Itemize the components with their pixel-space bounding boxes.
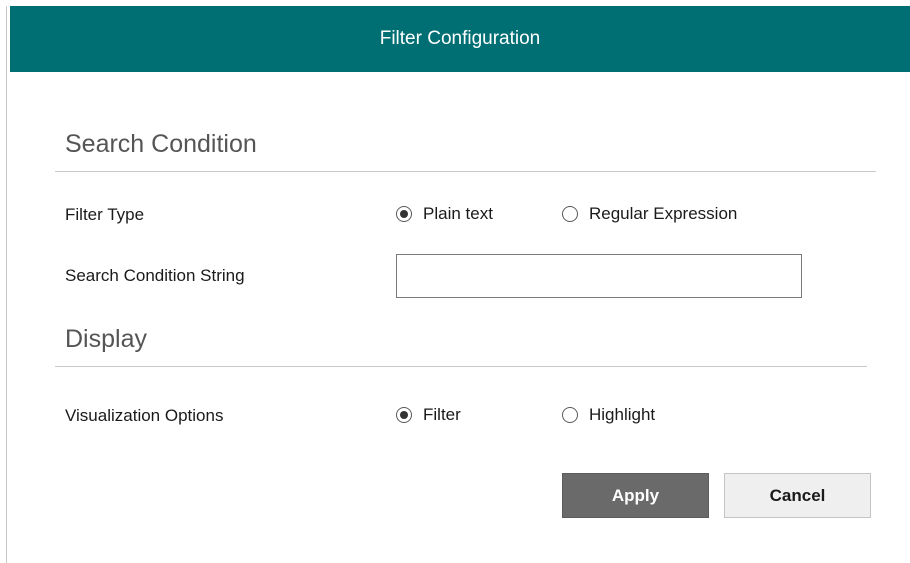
apply-button[interactable]: Apply (562, 473, 709, 518)
cancel-button[interactable]: Cancel (724, 473, 871, 518)
radio-selected-dot (400, 411, 408, 419)
dialog-title: Filter Configuration (379, 28, 541, 49)
radio-highlight-label: Highlight (589, 405, 656, 424)
radio-regular-expression-label: Regular Expression (589, 204, 738, 223)
radio-regular-expression-indicator (562, 206, 578, 222)
radio-regular-expression[interactable]: Regular Expression (562, 204, 737, 224)
dialog-border (6, 6, 7, 563)
radio-plain-text-label: Plain text (423, 204, 493, 223)
title-bar: Filter Configuration (10, 6, 910, 72)
radio-filter-label: Filter (423, 405, 461, 424)
radio-filter-indicator (396, 407, 412, 423)
search-condition-divider (55, 171, 876, 172)
radio-filter[interactable]: Filter (396, 405, 461, 425)
filter-type-label: Filter Type (65, 205, 145, 224)
radio-plain-text-indicator (396, 206, 412, 222)
search-condition-string-input[interactable] (396, 254, 802, 298)
search-condition-string-label: Search Condition String (65, 266, 245, 285)
visualization-options-label: Visualization Options (65, 406, 224, 425)
filter-configuration-dialog: Filter Configuration Search Condition Fi… (0, 0, 910, 563)
radio-selected-dot (400, 210, 408, 218)
display-divider (55, 366, 867, 367)
display-heading: Display (65, 325, 147, 353)
radio-highlight-indicator (562, 407, 578, 423)
radio-plain-text[interactable]: Plain text (396, 204, 493, 224)
search-condition-heading: Search Condition (65, 130, 257, 158)
radio-highlight[interactable]: Highlight (562, 405, 655, 425)
